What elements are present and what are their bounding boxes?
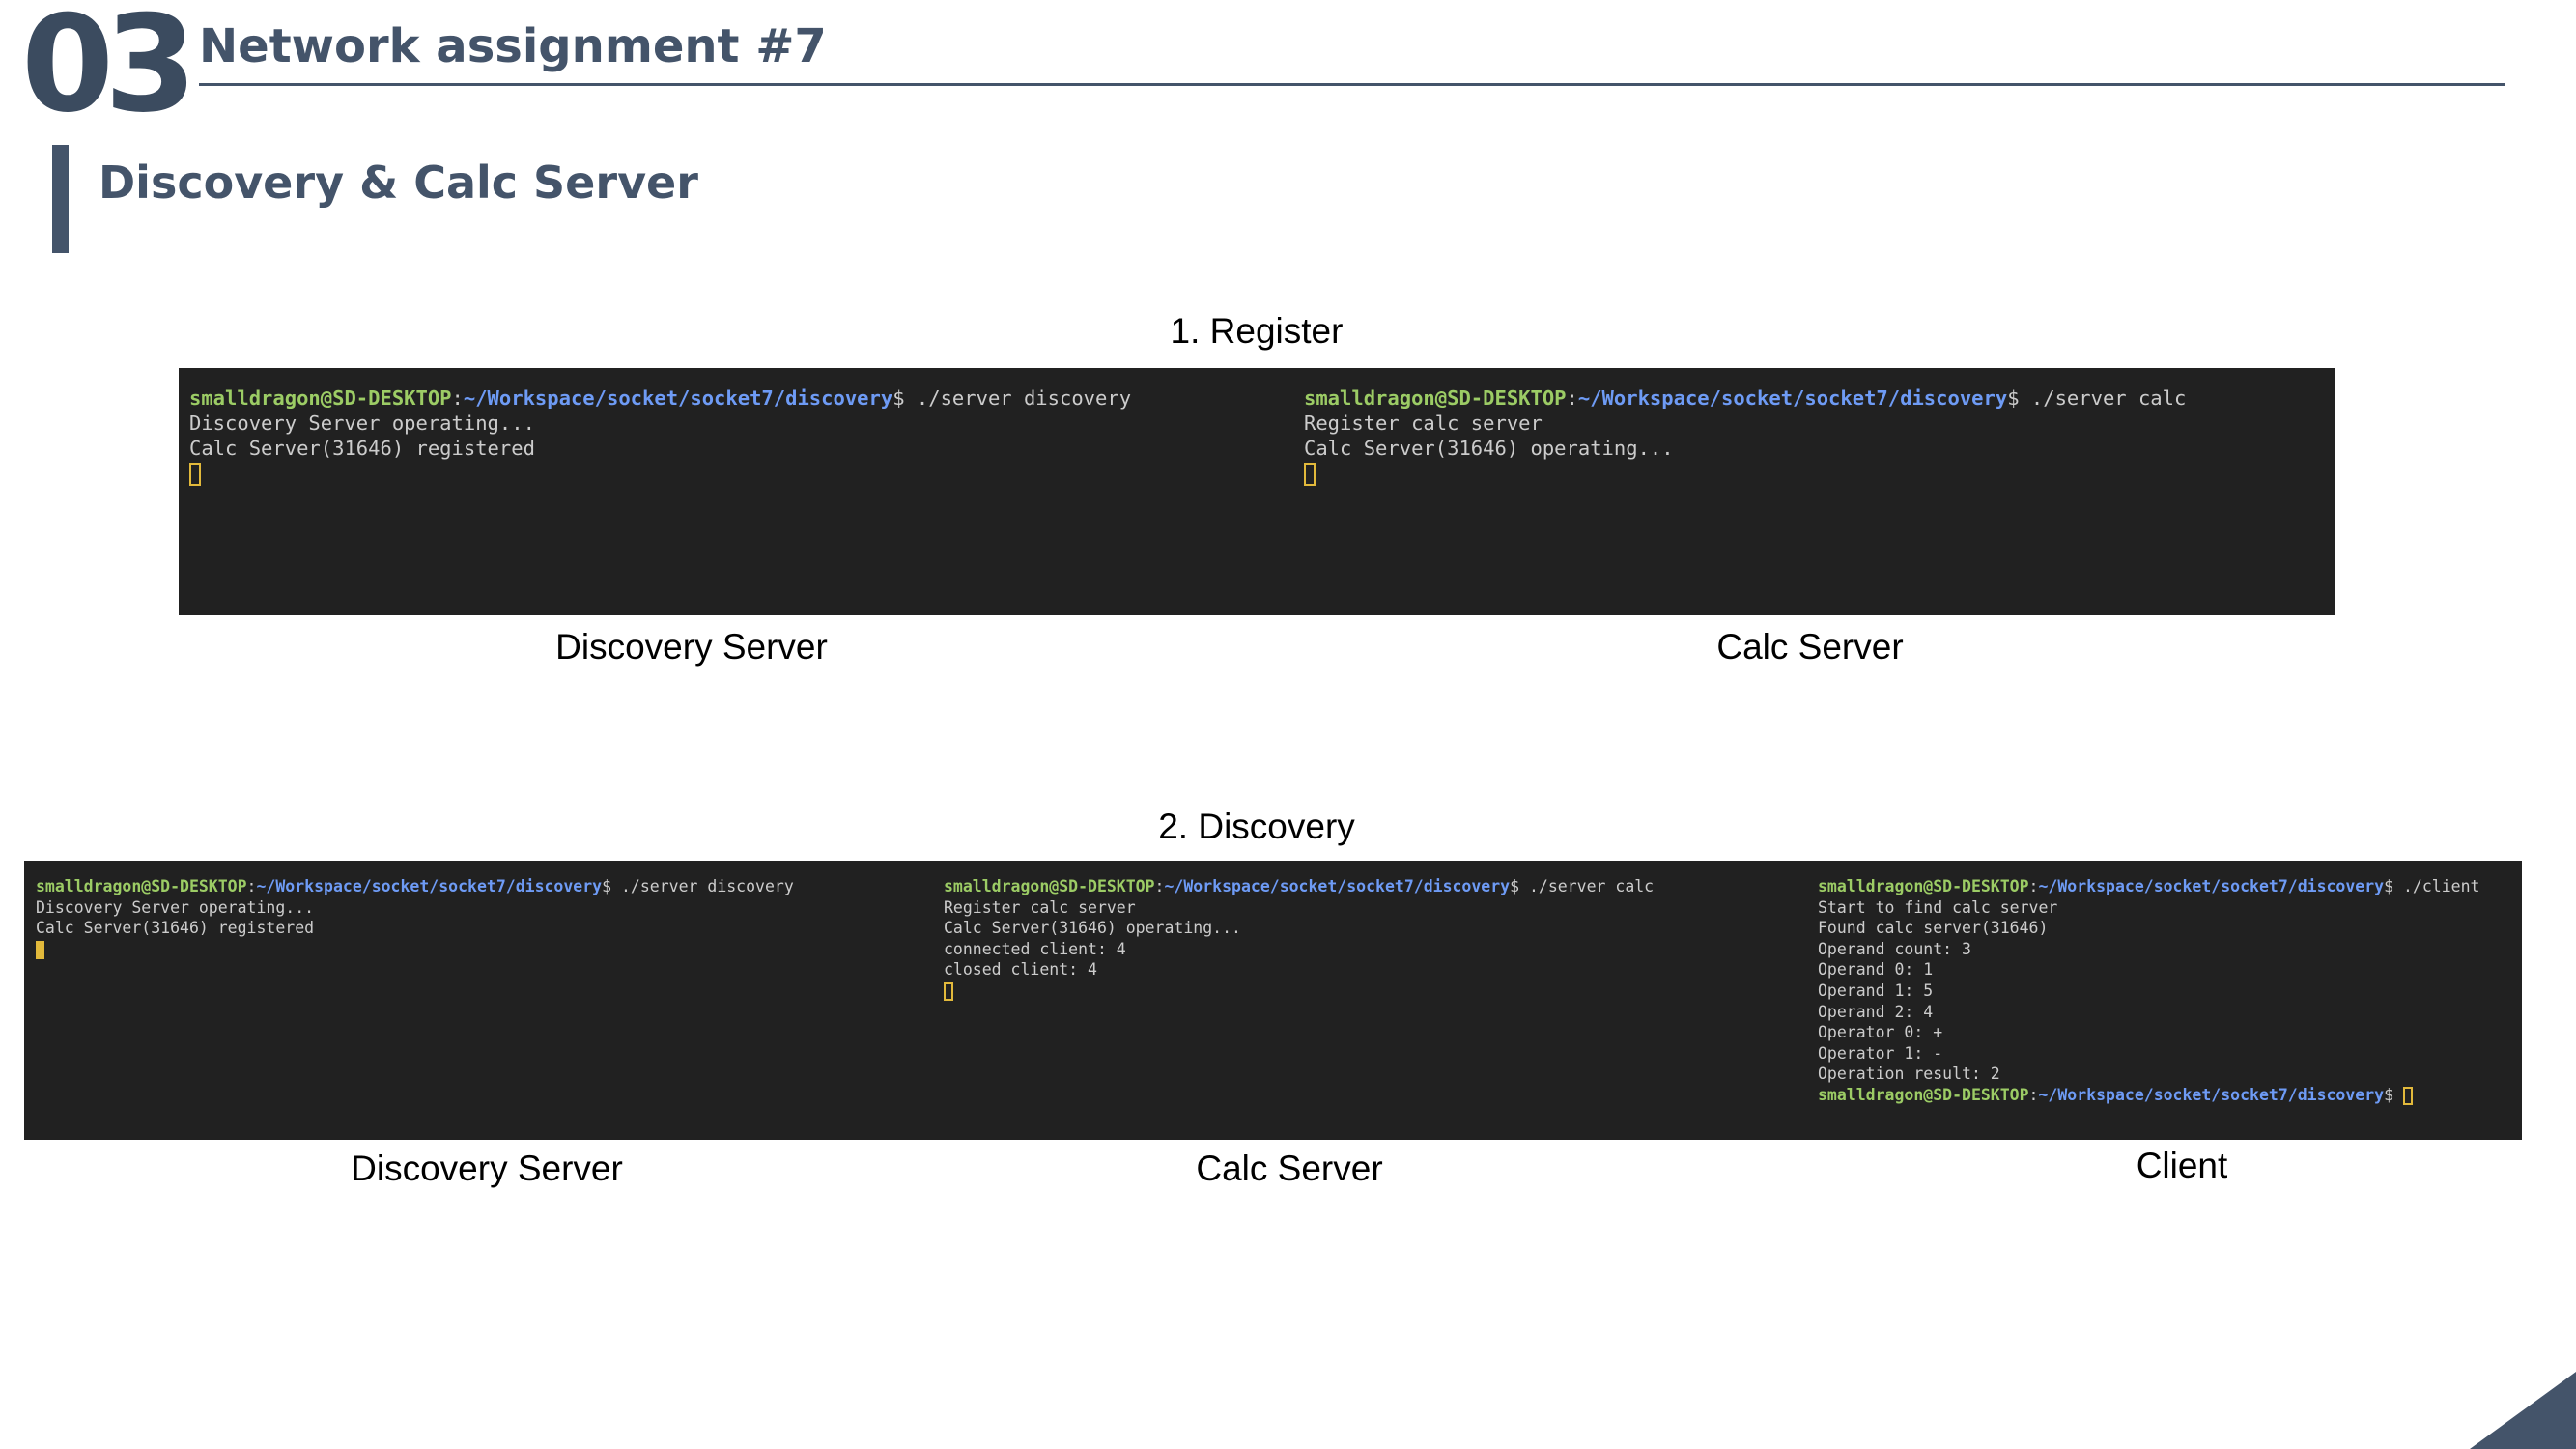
command-text: $ ./server calc: [2007, 386, 2187, 410]
command-text: $ ./client: [2384, 877, 2480, 895]
title-underline: [199, 83, 2505, 86]
output-line: Discovery Server operating...: [189, 412, 535, 435]
prompt-user: smalldragon@SD-DESKTOP: [36, 877, 247, 895]
step2-label: 2. Discovery: [1158, 807, 1355, 846]
prompt-path: ~/Workspace/socket/socket7/discovery: [1577, 386, 2008, 410]
step1-terminal-screenshot: smalldragon@SD-DESKTOP:~/Workspace/socke…: [179, 368, 2335, 615]
prompt-path: ~/Workspace/socket/socket7/discovery: [256, 877, 603, 895]
output-line: connected client: 4: [944, 939, 1126, 958]
output-line: Calc Server(31646) operating...: [944, 919, 1241, 938]
output-line: Calc Server(31646) operating...: [1304, 437, 1674, 460]
page-subtitle: Discovery & Calc Server: [99, 156, 698, 209]
output-line: Operand count: 3: [1818, 939, 1971, 958]
prompt-line: smalldragon@SD-DESKTOP:~/Workspace/socke…: [1818, 877, 2480, 895]
output-line: Discovery Server operating...: [36, 897, 315, 917]
prompt-path: ~/Workspace/socket/socket7/discovery: [2038, 1085, 2385, 1104]
terminal-cursor: [944, 981, 953, 1001]
page-title: Network assignment #7: [199, 19, 827, 73]
terminal-cursor: [2402, 1086, 2413, 1105]
prompt-line: smalldragon@SD-DESKTOP:~/Workspace/socke…: [1304, 386, 2187, 410]
corner-decoration: [2470, 1372, 2576, 1449]
prompt-path: ~/Workspace/socket/socket7/discovery: [1164, 877, 1511, 895]
output-line: Operand 0: 1: [1818, 960, 1934, 980]
output-line: closed client: 4: [944, 960, 1097, 980]
step2-discovery-caption: Discovery Server: [351, 1149, 623, 1188]
section-number: 03: [21, 0, 197, 142]
terminal-cursor: [36, 940, 44, 959]
prompt-suffix: $: [2384, 1085, 2403, 1104]
step2-calc-pane: smalldragon@SD-DESKTOP:~/Workspace/socke…: [944, 876, 1654, 1002]
prompt-path: ~/Workspace/socket/socket7/discovery: [2038, 877, 2385, 895]
step2-client-caption: Client: [2136, 1146, 2228, 1185]
command-text: $ ./server calc: [1510, 877, 1655, 895]
prompt-user: smalldragon@SD-DESKTOP: [944, 877, 1155, 895]
output-line: Start to find calc server: [1818, 897, 2058, 917]
output-line: Operator 1: -: [1818, 1043, 1943, 1063]
output-line: Calc Server(31646) registered: [189, 437, 535, 460]
prompt-user: smalldragon@SD-DESKTOP: [1304, 386, 1567, 410]
prompt-path: ~/Workspace/socket/socket7/discovery: [463, 386, 893, 410]
terminal-cursor: [189, 463, 201, 486]
command-text: $ ./server discovery: [892, 386, 1132, 410]
command-text: $ ./server discovery: [602, 877, 794, 895]
prompt-line: smalldragon@SD-DESKTOP:~/Workspace/socke…: [36, 877, 794, 895]
step2-discovery-pane: smalldragon@SD-DESKTOP:~/Workspace/socke…: [36, 876, 794, 959]
prompt-line: smalldragon@SD-DESKTOP:~/Workspace/socke…: [944, 877, 1655, 895]
subtitle-accent-bar: [52, 145, 69, 253]
step1-calc-caption: Calc Server: [1716, 627, 1904, 667]
prompt-user: smalldragon@SD-DESKTOP: [1818, 1085, 2029, 1104]
output-line: Operand 1: 5: [1818, 980, 1934, 1000]
prompt-user: smalldragon@SD-DESKTOP: [1818, 877, 2029, 895]
step2-terminal-screenshot: smalldragon@SD-DESKTOP:~/Workspace/socke…: [24, 861, 2522, 1140]
output-line: Found calc server(31646): [1818, 919, 2049, 938]
step1-label: 1. Register: [1170, 311, 1344, 351]
terminal-cursor: [1304, 463, 1316, 486]
output-line: Register calc server: [1304, 412, 1543, 435]
output-line: Register calc server: [944, 897, 1136, 917]
output-line: Operator 0: +: [1818, 1023, 1943, 1042]
step1-discovery-pane: smalldragon@SD-DESKTOP:~/Workspace/socke…: [189, 385, 1131, 486]
step1-calc-pane: smalldragon@SD-DESKTOP:~/Workspace/socke…: [1304, 385, 2186, 486]
prompt-line: smalldragon@SD-DESKTOP:~/Workspace/socke…: [189, 386, 1132, 410]
output-line: Calc Server(31646) registered: [36, 919, 315, 938]
output-line: Operation result: 2: [1818, 1065, 2000, 1084]
step1-discovery-caption: Discovery Server: [555, 627, 828, 667]
step2-client-pane: smalldragon@SD-DESKTOP:~/Workspace/socke…: [1818, 876, 2479, 1106]
prompt-line: smalldragon@SD-DESKTOP:~/Workspace/socke…: [1818, 1085, 2479, 1106]
step2-calc-caption: Calc Server: [1196, 1149, 1383, 1188]
prompt-user: smalldragon@SD-DESKTOP: [189, 386, 452, 410]
output-line: Operand 2: 4: [1818, 1002, 1934, 1021]
